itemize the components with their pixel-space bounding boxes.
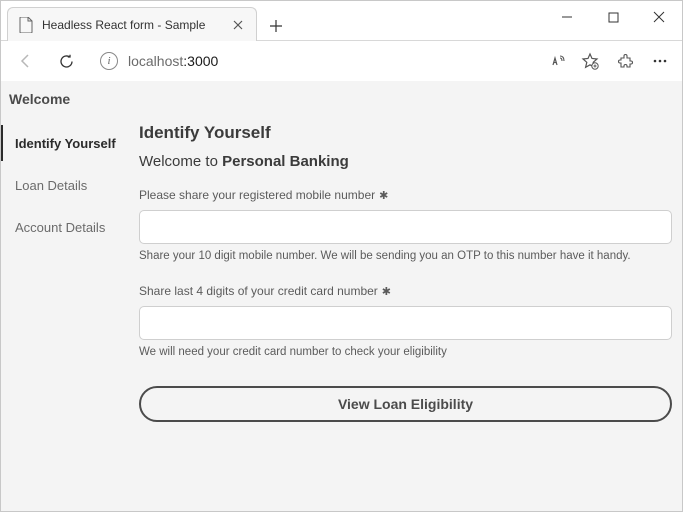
window-controls xyxy=(544,1,682,33)
field-cc: Share last 4 digits of your credit card … xyxy=(139,284,672,358)
favorites-icon[interactable] xyxy=(580,51,600,71)
sub-heading-bold: Personal Banking xyxy=(222,153,349,170)
field-label-text: Please share your registered mobile numb… xyxy=(139,188,375,202)
maximize-button[interactable] xyxy=(590,1,636,33)
url-port: :3000 xyxy=(183,53,218,69)
close-window-button[interactable] xyxy=(636,1,682,33)
sidebar-item-label: Account Details xyxy=(15,220,105,235)
field-label: Share last 4 digits of your credit card … xyxy=(139,284,672,298)
field-mobile: Please share your registered mobile numb… xyxy=(139,188,672,262)
sidebar-item-identify[interactable]: Identify Yourself xyxy=(1,125,133,161)
tab-strip: Headless React form - Sample xyxy=(1,1,291,41)
layout: Identify Yourself Loan Details Account D… xyxy=(1,115,682,442)
url-host: localhost xyxy=(128,53,183,69)
back-button[interactable] xyxy=(9,45,43,77)
tab-title: Headless React form - Sample xyxy=(42,18,230,32)
address-actions xyxy=(550,51,674,71)
read-aloud-icon[interactable] xyxy=(550,51,570,71)
titlebar: Headless React form - Sample xyxy=(1,1,682,41)
sidebar-item-loan[interactable]: Loan Details xyxy=(1,167,133,203)
refresh-button[interactable] xyxy=(49,45,83,77)
more-menu-icon[interactable] xyxy=(650,51,670,71)
required-star-icon: ✱ xyxy=(382,285,391,298)
sidebar-item-label: Loan Details xyxy=(15,178,87,193)
address-bar: i localhost:3000 xyxy=(1,41,682,81)
sidebar-item-account[interactable]: Account Details xyxy=(1,209,133,245)
field-help: We will need your credit card number to … xyxy=(139,346,672,358)
sub-heading: Welcome to Personal Banking xyxy=(139,153,672,170)
page-content: Welcome Identify Yourself Loan Details A… xyxy=(1,81,682,511)
new-tab-button[interactable] xyxy=(261,11,291,41)
field-label: Please share your registered mobile numb… xyxy=(139,188,672,202)
main-heading: Identify Yourself xyxy=(139,123,672,143)
sub-heading-prefix: Welcome to xyxy=(139,153,222,170)
sidebar: Identify Yourself Loan Details Account D… xyxy=(1,115,133,442)
field-help: Share your 10 digit mobile number. We wi… xyxy=(139,250,672,262)
url-input[interactable]: i localhost:3000 xyxy=(89,46,538,76)
tab-close-button[interactable] xyxy=(230,17,246,33)
cc-input[interactable] xyxy=(139,306,672,340)
required-star-icon: ✱ xyxy=(379,189,388,202)
field-label-text: Share last 4 digits of your credit card … xyxy=(139,284,378,298)
browser-tab[interactable]: Headless React form - Sample xyxy=(7,7,257,41)
extensions-icon[interactable] xyxy=(616,51,636,71)
browser-window: Headless React form - Sample xyxy=(0,0,683,512)
mobile-input[interactable] xyxy=(139,210,672,244)
site-info-icon[interactable]: i xyxy=(100,52,118,70)
sidebar-item-label: Identify Yourself xyxy=(15,136,116,151)
view-eligibility-button[interactable]: View Loan Eligibility xyxy=(139,386,672,422)
file-icon xyxy=(18,17,34,33)
main-panel: Identify Yourself Welcome to Personal Ba… xyxy=(133,115,682,442)
minimize-button[interactable] xyxy=(544,1,590,33)
page-welcome-heading: Welcome xyxy=(1,81,682,115)
